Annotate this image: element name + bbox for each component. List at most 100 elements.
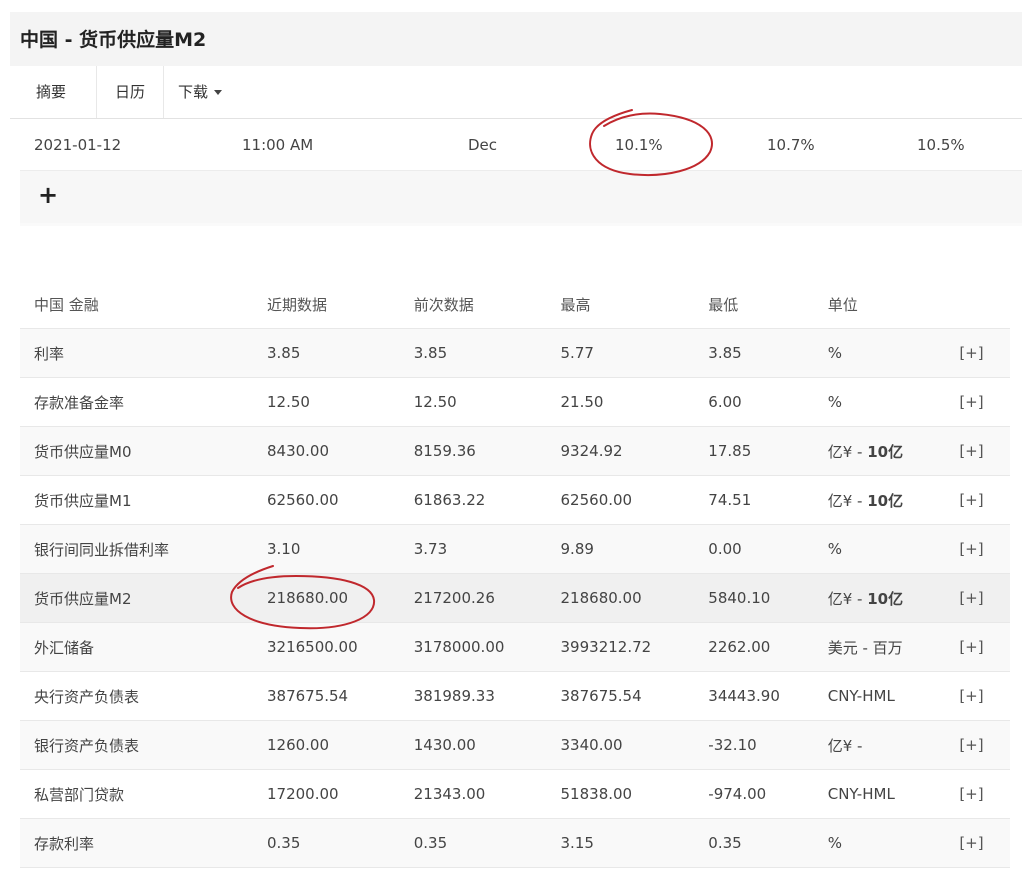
previous-value: 3.73 xyxy=(413,524,561,574)
header-unit: 单位 xyxy=(827,280,960,329)
header-latest: 近期数据 xyxy=(266,280,414,329)
high-value: 3993212.72 xyxy=(560,622,709,672)
unit-value: % xyxy=(827,818,960,868)
high-value: 51838.00 xyxy=(560,769,709,819)
table-row: 银行资产负债表 1260.00 1430.00 3340.00 -32.10 亿¥ - [+… xyxy=(20,720,1010,770)
previous-value: 0.35 xyxy=(413,818,561,868)
previous-value: 8159.36 xyxy=(413,426,561,476)
low-value: 5840.10 xyxy=(708,573,828,623)
indicator-table: 中国 金融 近期数据 前次数据 最高 最低 单位 利率 3.85 3.85 5.77 3… xyxy=(20,280,1010,868)
low-value: 0.35 xyxy=(708,818,828,868)
indicator-name: 货币供应量M1 xyxy=(20,475,267,525)
low-value: 6.00 xyxy=(708,377,828,427)
tab-bar: 摘要 日历 下载 xyxy=(10,66,1022,119)
tab-download-label: 下载 xyxy=(178,83,209,101)
calendar-actual: 10.1% xyxy=(615,136,663,154)
calendar-expand-row: + xyxy=(20,171,1022,223)
unit-text: 亿¥ - xyxy=(827,589,868,608)
tab-calendar[interactable]: 日历 xyxy=(96,66,164,118)
page-header: 中国 - 货币供应量M2 xyxy=(10,12,1022,67)
expand-plus-button[interactable]: + xyxy=(38,183,58,207)
low-value: -974.00 xyxy=(708,769,828,819)
table-row: 银行间同业拆借利率 3.10 3.73 9.89 0.00% [+] xyxy=(20,524,1010,574)
unit-value: 美元 - 百万 xyxy=(827,622,960,672)
unit-text: 美元 - 百万 xyxy=(827,638,903,657)
page: 中国 - 货币供应量M2 摘要 日历 下载 2021-01-12 11:00 A… xyxy=(0,0,1032,879)
high-value: 218680.00 xyxy=(560,573,709,623)
unit-value: % xyxy=(827,328,960,378)
unit-text: % xyxy=(827,393,842,411)
header-high: 最高 xyxy=(560,280,709,329)
low-value: 3.85 xyxy=(708,328,828,378)
table-row: 利率 3.85 3.85 5.77 3.85% [+] xyxy=(20,328,1010,378)
table-row: 外汇储备 3216500.00 3178000.00 3993212.72 2262.0… xyxy=(20,622,1010,672)
high-value: 9324.92 xyxy=(560,426,709,476)
unit-text: 亿¥ - xyxy=(827,736,863,755)
high-value: 3.15 xyxy=(560,818,709,868)
previous-value: 3178000.00 xyxy=(413,622,561,672)
tab-summary[interactable]: 摘要 xyxy=(36,66,66,118)
indicator-name: 央行资产负债表 xyxy=(20,671,267,721)
expand-row-button[interactable]: [+] xyxy=(959,622,1010,672)
high-value: 387675.54 xyxy=(560,671,709,721)
latest-value: 218680.00 xyxy=(266,573,414,623)
unit-value: % xyxy=(827,524,960,574)
previous-value: 12.50 xyxy=(413,377,561,427)
previous-value: 61863.22 xyxy=(413,475,561,525)
tab-download[interactable]: 下载 xyxy=(178,66,223,118)
low-value: 34443.90 xyxy=(708,671,828,721)
indicator-name: 银行资产负债表 xyxy=(20,720,267,770)
previous-value: 381989.33 xyxy=(413,671,561,721)
table-row: 货币供应量M1 62560.00 61863.22 62560.00 74.51 亿¥ -… xyxy=(20,475,1010,525)
expand-row-button[interactable]: [+] xyxy=(959,671,1010,721)
table-row: 存款利率 0.35 0.35 3.15 0.35% [+] xyxy=(20,818,1010,868)
expand-row-button[interactable]: [+] xyxy=(959,524,1010,574)
high-value: 5.77 xyxy=(560,328,709,378)
low-value: 2262.00 xyxy=(708,622,828,672)
table-row: 存款准备金率 12.50 12.50 21.50 6.00% [+] xyxy=(20,377,1010,427)
expand-row-button[interactable]: [+] xyxy=(959,720,1010,770)
previous-value: 21343.00 xyxy=(413,769,561,819)
indicator-name: 外汇储备 xyxy=(20,622,267,672)
high-value: 3340.00 xyxy=(560,720,709,770)
latest-value: 3.10 xyxy=(266,524,414,574)
latest-value: 8430.00 xyxy=(266,426,414,476)
calendar-row: 2021-01-12 11:00 AM Dec 10.1% 10.7% 10.5… xyxy=(20,120,1022,171)
latest-value: 62560.00 xyxy=(266,475,414,525)
expand-row-button[interactable]: [+] xyxy=(959,475,1010,525)
latest-value: 17200.00 xyxy=(266,769,414,819)
unit-suffix: 10亿 xyxy=(867,491,904,510)
expand-row-button[interactable]: [+] xyxy=(959,426,1010,476)
low-value: -32.10 xyxy=(708,720,828,770)
latest-value: 3.85 xyxy=(266,328,414,378)
unit-suffix: 10亿 xyxy=(867,589,904,608)
unit-text: CNY-HML xyxy=(827,687,895,705)
indicator-name: 私营部门贷款 xyxy=(20,769,267,819)
previous-value: 217200.26 xyxy=(413,573,561,623)
table-body: 利率 3.85 3.85 5.77 3.85% [+] 存款准备金率 12.50 12.50 21… xyxy=(20,328,1010,868)
low-value: 74.51 xyxy=(708,475,828,525)
unit-value: 亿¥ - 10亿 xyxy=(827,475,960,525)
expand-row-button[interactable]: [+] xyxy=(959,328,1010,378)
unit-value: 亿¥ - xyxy=(827,720,960,770)
unit-text: % xyxy=(827,540,842,558)
indicator-name: 货币供应量M0 xyxy=(20,426,267,476)
unit-value: % xyxy=(827,377,960,427)
indicator-name: 存款利率 xyxy=(20,818,267,868)
calendar-panel: 2021-01-12 11:00 AM Dec 10.1% 10.7% 10.5… xyxy=(20,120,1022,226)
expand-row-button[interactable]: [+] xyxy=(959,769,1010,819)
expand-row-button[interactable]: [+] xyxy=(959,573,1010,623)
table-row: 货币供应量M2 218680.00 217200.26 218680.00 5840.1… xyxy=(20,573,1010,623)
calendar-forecast: 10.7% xyxy=(767,136,815,154)
latest-value: 3216500.00 xyxy=(266,622,414,672)
unit-text: CNY-HML xyxy=(827,785,895,803)
table-row: 央行资产负债表 387675.54 381989.33 387675.54 34443.… xyxy=(20,671,1010,721)
expand-row-button[interactable]: [+] xyxy=(959,818,1010,868)
high-value: 9.89 xyxy=(560,524,709,574)
latest-value: 387675.54 xyxy=(266,671,414,721)
expand-row-button[interactable]: [+] xyxy=(959,377,1010,427)
table-header-row: 中国 金融 近期数据 前次数据 最高 最低 单位 xyxy=(20,280,1010,329)
calendar-date: 2021-01-12 xyxy=(34,136,122,154)
table-row: 私营部门贷款 17200.00 21343.00 51838.00 -974.00 CNY… xyxy=(20,769,1010,819)
calendar-previous: 10.5% xyxy=(917,136,965,154)
